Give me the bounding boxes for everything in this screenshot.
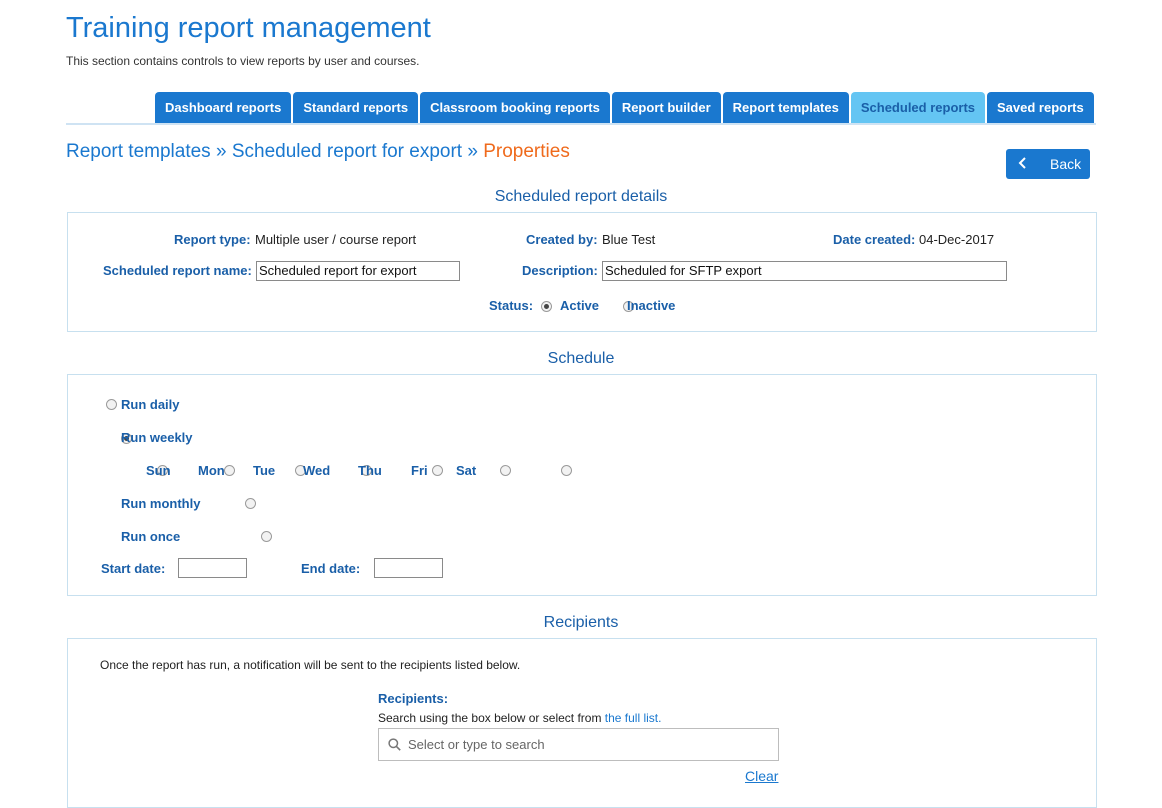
clear-link[interactable]: Clear <box>745 768 778 784</box>
run-once-label[interactable]: Run once <box>121 529 180 544</box>
report-type-label: Report type: <box>174 232 251 247</box>
tab-report-builder[interactable]: Report builder <box>611 92 721 124</box>
details-panel: Report type: Multiple user / course repo… <box>67 212 1097 332</box>
start-date-input[interactable] <box>178 558 247 578</box>
details-heading: Scheduled report details <box>494 188 668 205</box>
tab-scheduled-reports[interactable]: Scheduled reports <box>850 92 985 124</box>
day-thu-radio[interactable] <box>431 465 443 477</box>
run-monthly-label[interactable]: Run monthly <box>121 496 200 511</box>
tab-dashboard-reports[interactable]: Dashboard reports <box>155 92 292 124</box>
tab-standard-reports[interactable]: Standard reports <box>293 92 419 124</box>
tab-saved-reports[interactable]: Saved reports <box>987 92 1094 124</box>
back-button[interactable]: Back <box>1006 149 1090 179</box>
date-created-value: 04-Dec-2017 <box>919 232 995 247</box>
status-inactive-label[interactable]: Inactive <box>627 298 675 313</box>
description-input[interactable]: Scheduled for SFTP export <box>602 261 1007 281</box>
breadcrumb-current: Properties <box>483 141 570 162</box>
day-sun-label[interactable]: Sun <box>146 463 171 478</box>
day-sat-label[interactable]: Sat <box>456 463 476 478</box>
search-placeholder: Select or type to search <box>408 737 545 752</box>
created-by-value: Blue Test <box>602 232 656 247</box>
search-icon <box>388 738 401 756</box>
description-label: Description: <box>522 263 598 278</box>
tab-report-templates[interactable]: Report templates <box>722 92 849 124</box>
run-daily-label[interactable]: Run daily <box>121 397 180 412</box>
recipients-help-text: Search using the box below or select fro… <box>378 711 605 725</box>
day-mon-radio[interactable] <box>224 465 236 477</box>
day-fri-label[interactable]: Fri <box>411 463 428 478</box>
day-sat-radio[interactable] <box>560 465 572 477</box>
recipients-note: Once the report has run, a notification … <box>100 658 521 672</box>
page-title: Training report management <box>66 12 431 44</box>
breadcrumb-separator: » <box>215 141 227 162</box>
recipients-help: Search using the box below or select fro… <box>378 711 661 725</box>
status-label: Status: <box>489 298 534 313</box>
run-daily-radio[interactable] <box>106 399 117 411</box>
schedule-heading: Schedule <box>547 350 615 367</box>
full-list-link[interactable]: the full list. <box>605 711 662 725</box>
status-active-label[interactable]: Active <box>560 298 599 313</box>
run-monthly-radio[interactable] <box>245 498 257 510</box>
report-type-value: Multiple user / course report <box>255 232 417 247</box>
day-thu-label[interactable]: Thu <box>358 463 382 478</box>
date-created-label: Date created: <box>833 232 916 247</box>
schedule-panel: Run daily Run weekly Sun Mon Tue Wed Thu… <box>67 374 1097 596</box>
day-mon-label[interactable]: Mon <box>198 463 225 478</box>
breadcrumb-report-templates[interactable]: Report templates <box>66 141 211 162</box>
status-active-radio[interactable] <box>541 301 552 313</box>
day-wed-label[interactable]: Wed <box>303 463 330 478</box>
day-fri-radio[interactable] <box>500 465 512 477</box>
end-date-input[interactable] <box>374 558 443 578</box>
created-by-label: Created by: <box>526 232 598 247</box>
breadcrumb-scheduled-report[interactable]: Scheduled report for export <box>232 141 462 162</box>
recipients-label: Recipients: <box>378 691 449 706</box>
tab-classroom-booking-reports[interactable]: Classroom booking reports <box>420 92 610 124</box>
back-button-label: Back <box>1050 156 1082 172</box>
recipients-heading: Recipients <box>543 614 619 631</box>
report-tabs: Dashboard reports Standard reports Class… <box>155 92 1094 124</box>
breadcrumb: Report templates » Scheduled report for … <box>66 141 570 163</box>
page-subtitle: This section contains controls to view r… <box>66 54 420 68</box>
run-once-radio[interactable] <box>260 531 272 543</box>
report-name-input[interactable]: Scheduled report for export <box>256 261 460 281</box>
recipients-panel: Once the report has run, a notification … <box>67 638 1097 808</box>
start-date-label: Start date: <box>101 561 166 576</box>
tab-divider <box>66 123 1096 125</box>
day-tue-label[interactable]: Tue <box>253 463 275 478</box>
recipient-search-input[interactable]: Select or type to search <box>378 728 779 761</box>
breadcrumb-separator: » <box>467 141 478 162</box>
run-weekly-label[interactable]: Run weekly <box>121 430 193 445</box>
report-name-label: Scheduled report name: <box>103 263 252 278</box>
chevron-left-icon <box>1018 149 1036 179</box>
end-date-label: End date: <box>301 561 361 576</box>
